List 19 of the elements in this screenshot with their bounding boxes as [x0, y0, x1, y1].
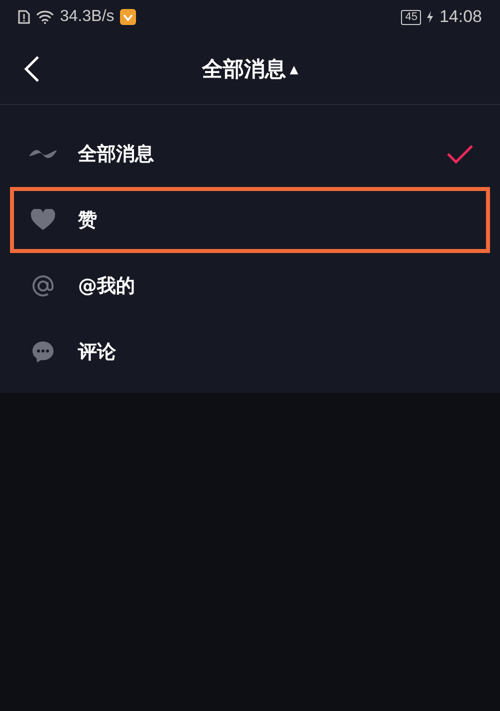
- menu-item[interactable]: 全部消息: [10, 121, 490, 187]
- back-icon[interactable]: [24, 55, 40, 83]
- menu-item[interactable]: @我的: [10, 253, 490, 319]
- menu-item[interactable]: 赞: [10, 187, 490, 253]
- menu-item-label: 赞: [78, 208, 98, 233]
- sim-alert-icon: [18, 10, 30, 24]
- heart-icon: [28, 209, 58, 231]
- clock: 14:08: [439, 7, 482, 27]
- header-title[interactable]: 全部消息: [202, 55, 286, 83]
- charging-icon: [427, 11, 434, 23]
- wifi-icon: [36, 10, 54, 24]
- menu-item-label: @我的: [78, 274, 136, 299]
- menu-item[interactable]: 评论: [10, 319, 490, 385]
- caret-icon[interactable]: ▲: [290, 62, 298, 76]
- battery-indicator: 45: [401, 10, 422, 24]
- menu-item-label: 全部消息: [78, 142, 155, 167]
- network-speed: 34.3B/s: [60, 8, 114, 26]
- menu-item-label: 评论: [78, 340, 117, 365]
- app-notification-icon: [120, 9, 136, 25]
